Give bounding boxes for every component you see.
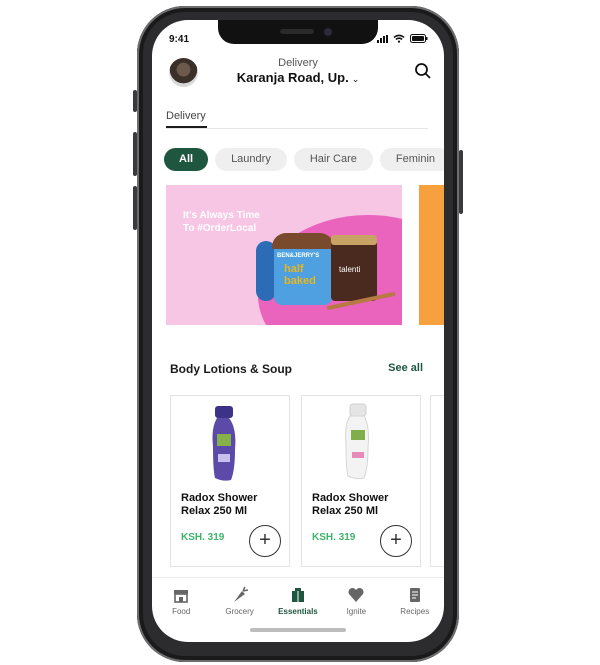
next-promo-banner[interactable] bbox=[419, 185, 444, 325]
app-screen: 9:41 Delivery Karanja Road, Up. ⌄ Deliver… bbox=[152, 20, 444, 642]
nav-recipes[interactable]: Recipes bbox=[387, 586, 443, 616]
location-name: Karanja Road, Up. bbox=[236, 70, 349, 85]
tab-delivery[interactable]: Delivery bbox=[166, 110, 206, 122]
product-name: Radox Shower Relax 250 Ml bbox=[312, 492, 389, 517]
section-title: Body Lotions & Soup bbox=[170, 362, 292, 376]
see-all-link[interactable]: See all bbox=[388, 362, 423, 374]
nav-label: Food bbox=[172, 607, 191, 616]
home-indicator bbox=[250, 628, 346, 632]
nav-ignite[interactable]: Ignite bbox=[328, 586, 384, 616]
chip-all[interactable]: All bbox=[164, 148, 209, 171]
food-icon bbox=[174, 590, 189, 603]
product-image bbox=[212, 406, 236, 481]
tab-active-indicator bbox=[166, 126, 207, 128]
volume-up-button bbox=[133, 132, 137, 176]
delivery-label: Delivery bbox=[278, 57, 318, 69]
category-chips: All Laundry Hair Care Feminin bbox=[164, 148, 444, 171]
ben-jerrys-tub: BEN&JERRY'S half baked bbox=[272, 233, 334, 305]
status-time: 9:41 bbox=[169, 34, 190, 45]
promo-banner[interactable]: It's Always Time To #OrderLocal BEN&JERR… bbox=[166, 185, 402, 325]
carrot-icon bbox=[233, 586, 248, 602]
product-image bbox=[345, 403, 369, 480]
wifi-icon bbox=[393, 34, 405, 43]
tub-brand: BEN&JERRY'S bbox=[277, 253, 320, 259]
ice-cream-lid bbox=[256, 241, 276, 301]
product-price: KSH. 319 bbox=[181, 532, 225, 543]
product-card[interactable]: Radox Shower Relax 250 Ml KSH. 319 + bbox=[170, 395, 290, 567]
chip-feminine[interactable]: Feminin bbox=[379, 148, 444, 171]
heart-icon bbox=[348, 587, 364, 602]
nav-label: Grocery bbox=[225, 607, 254, 616]
chip-laundry[interactable]: Laundry bbox=[215, 148, 287, 171]
power-button bbox=[459, 150, 463, 214]
banner-text: It's Always Time To #OrderLocal bbox=[183, 209, 260, 235]
tab-divider bbox=[166, 128, 428, 129]
recipes-icon bbox=[409, 588, 420, 602]
add-to-cart-button[interactable]: + bbox=[249, 525, 281, 557]
status-icons bbox=[377, 34, 428, 43]
product-price: KSH. 319 bbox=[312, 532, 356, 543]
product-card-partial[interactable] bbox=[430, 395, 444, 567]
jar-lid bbox=[331, 235, 377, 245]
bottom-nav: Food Grocery Essentials Ignite Recipes bbox=[152, 586, 444, 616]
product-name: Radox Shower Relax 250 Ml bbox=[181, 492, 258, 517]
product-card[interactable]: Radox Shower Relax 250 Ml KSH. 319 + bbox=[301, 395, 421, 567]
banner-line-1: It's Always Time bbox=[183, 210, 260, 221]
mute-switch bbox=[133, 90, 137, 112]
add-to-cart-button[interactable]: + bbox=[380, 525, 412, 557]
jar-brand: talenti bbox=[339, 265, 361, 274]
nav-label: Ignite bbox=[346, 607, 367, 616]
talenti-jar: talenti bbox=[331, 235, 377, 301]
chevron-down-icon: ⌄ bbox=[351, 74, 360, 84]
volume-down-button bbox=[133, 186, 137, 230]
notch bbox=[218, 20, 378, 44]
bottom-nav-divider bbox=[152, 577, 444, 578]
cellular-signal-icon bbox=[377, 34, 388, 43]
ice-cream-top bbox=[272, 233, 334, 249]
essentials-icon bbox=[291, 588, 304, 602]
chip-hair-care[interactable]: Hair Care bbox=[293, 148, 373, 171]
battery-icon bbox=[410, 34, 428, 43]
banner-line-2: To #OrderLocal bbox=[183, 223, 257, 234]
nav-food[interactable]: Food bbox=[153, 586, 209, 616]
tub-flavor: half baked bbox=[284, 263, 316, 287]
nav-grocery[interactable]: Grocery bbox=[212, 586, 268, 616]
nav-essentials[interactable]: Essentials bbox=[270, 586, 326, 616]
nav-label: Recipes bbox=[400, 607, 430, 616]
nav-label: Essentials bbox=[278, 607, 318, 616]
location-selector[interactable]: Karanja Road, Up. ⌄ bbox=[152, 70, 444, 85]
search-icon[interactable] bbox=[414, 62, 432, 80]
